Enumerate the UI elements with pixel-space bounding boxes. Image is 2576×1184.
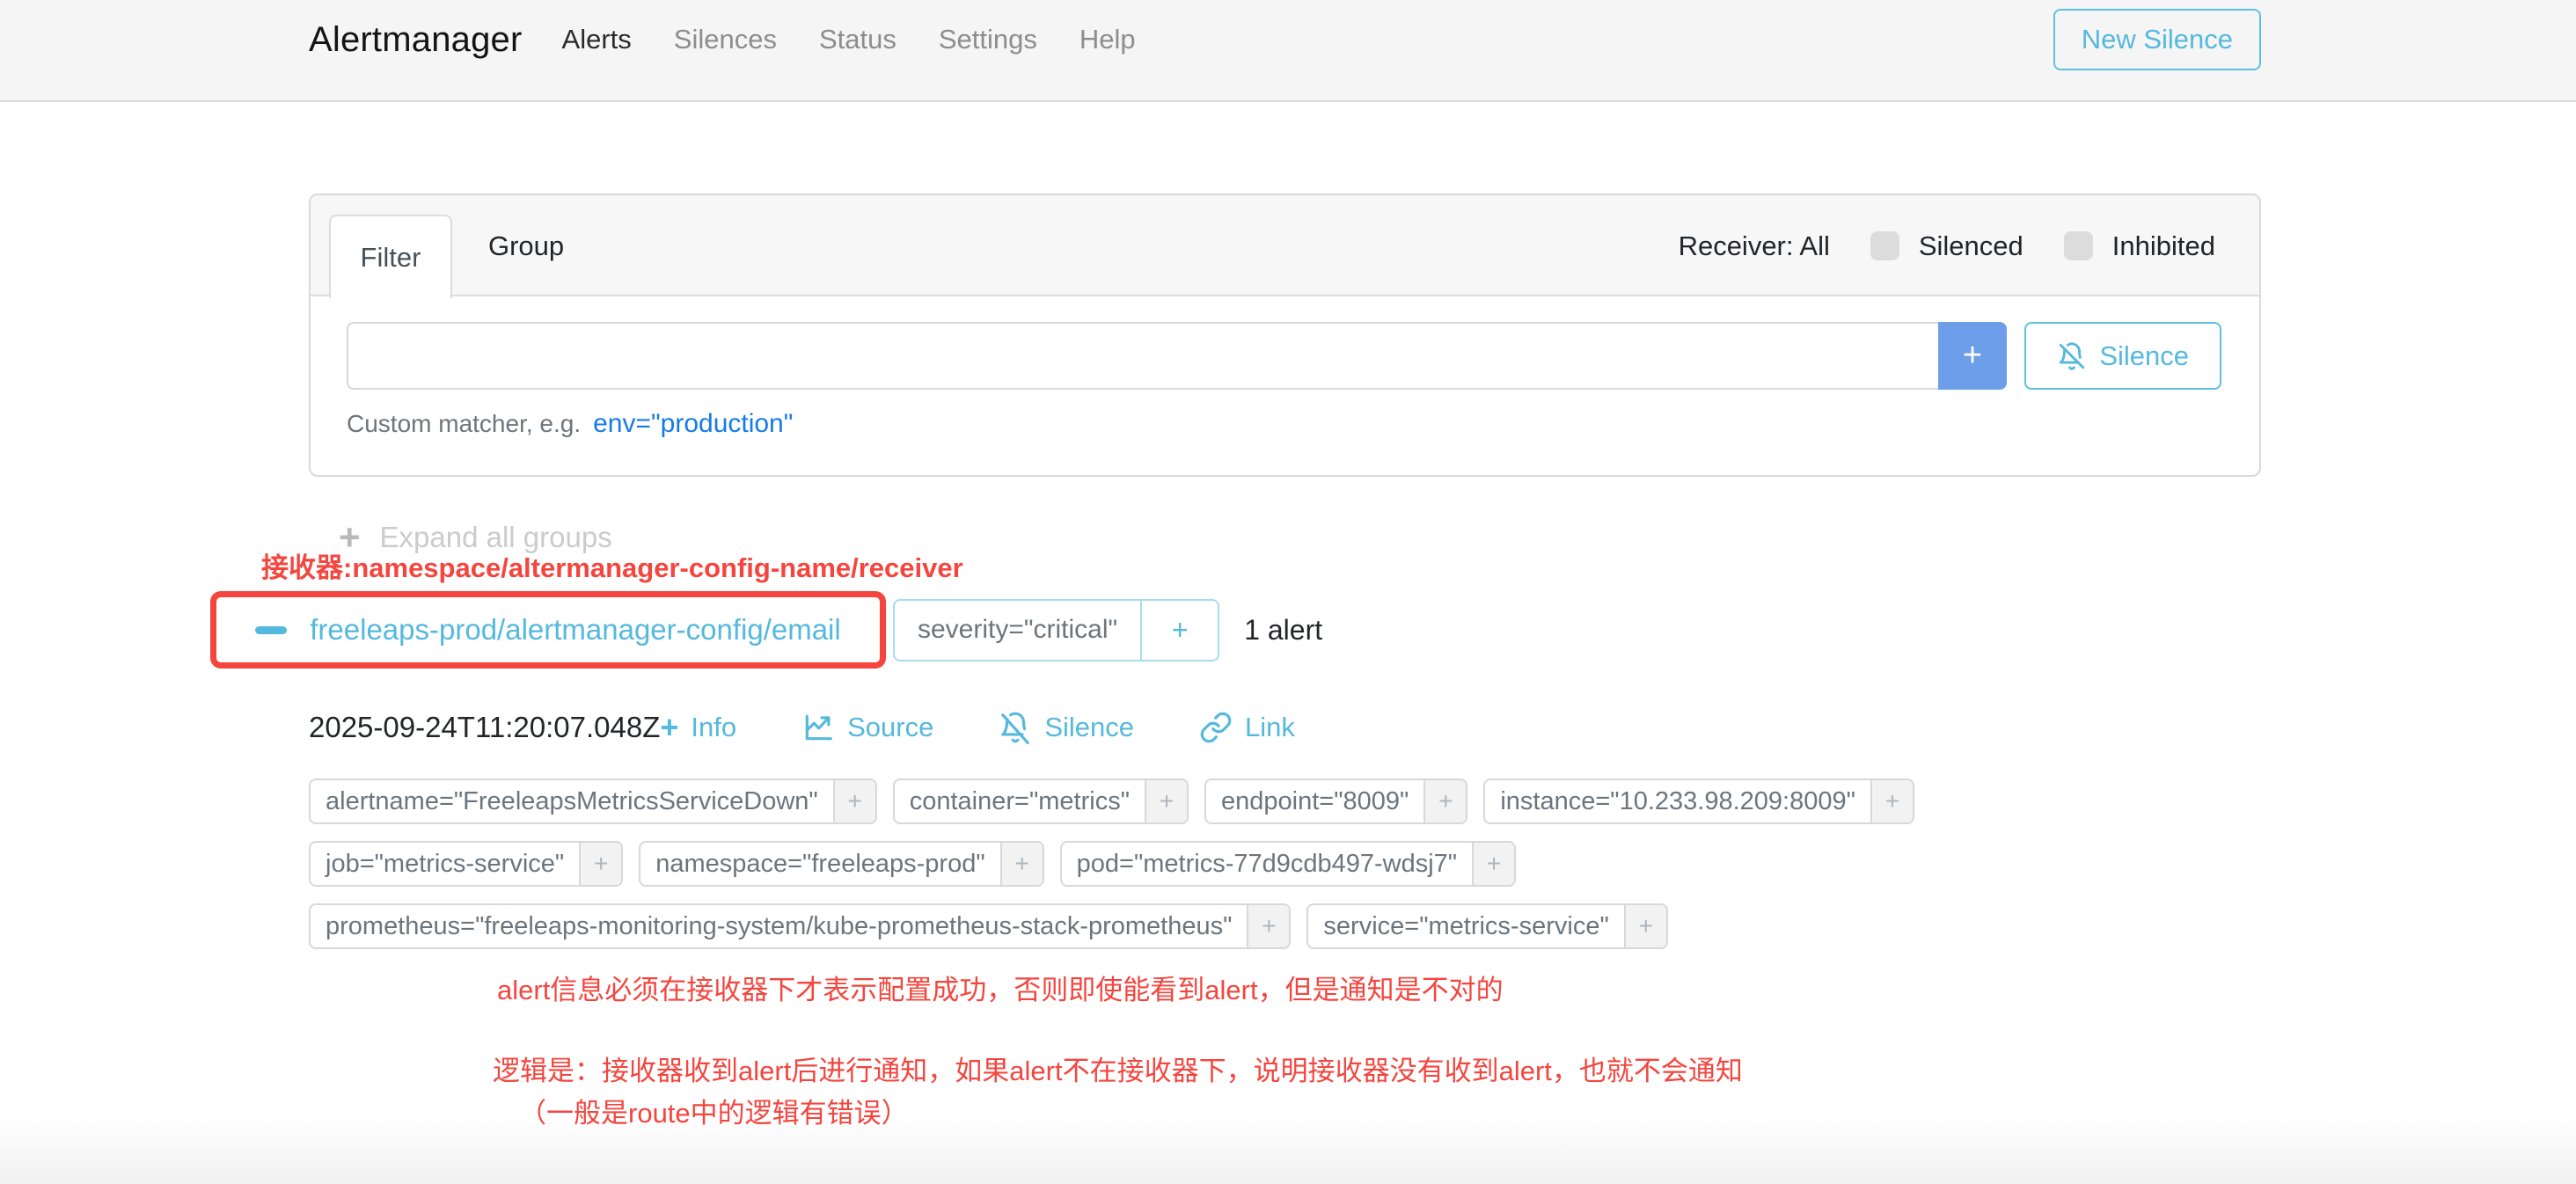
label-tag-text[interactable]: instance="10.233.98.209:8009" <box>1485 780 1870 822</box>
label-tag: prometheus="freeleaps-monitoring-system/… <box>309 903 1291 949</box>
tab-filter[interactable]: Filter <box>329 215 452 298</box>
label-add-button[interactable]: + <box>1870 780 1913 822</box>
inhibited-filter[interactable]: Inhibited <box>2064 230 2215 262</box>
nav-item-silences[interactable]: Silences <box>674 24 777 55</box>
label-add-button[interactable]: + <box>579 843 621 885</box>
label-add-button[interactable]: + <box>1145 780 1187 822</box>
alert-source-link[interactable]: Source <box>801 711 933 744</box>
filter-card-body: + Silence Custom matcher, e.g. env="prod… <box>311 296 2259 439</box>
navbar-inner: Alertmanager Alerts Silences Status Sett… <box>309 0 2261 79</box>
label-tag: job="metrics-service"+ <box>309 841 623 887</box>
label-tag: pod="metrics-77d9cdb497-wdsj7"+ <box>1060 841 1516 887</box>
add-matcher-button[interactable]: + <box>1938 322 2008 390</box>
nav-item-settings[interactable]: Settings <box>939 24 1037 55</box>
label-add-button[interactable]: + <box>1624 905 1666 947</box>
nav-links: Alerts Silences Status Settings Help <box>562 24 1136 55</box>
label-add-button[interactable]: + <box>833 780 875 822</box>
matcher-input-row: + Silence <box>347 322 2221 390</box>
alert-count: 1 alert <box>1244 614 1322 647</box>
alert-link-button[interactable]: Link <box>1199 711 1295 744</box>
label-tag-text[interactable]: endpoint="8009" <box>1206 780 1423 822</box>
alert-labels-row: prometheus="freeleaps-monitoring-system/… <box>309 903 1668 949</box>
silence-filter-button[interactable]: Silence <box>2024 322 2221 390</box>
matcher-hint-example-link[interactable]: env="production" <box>593 409 793 439</box>
filter-header-controls: Receiver: All Silenced Inhibited <box>1679 195 2215 296</box>
alert-info-label: Info <box>691 712 736 743</box>
label-add-button[interactable]: + <box>1000 843 1043 885</box>
label-tag: container="metrics"+ <box>893 778 1189 824</box>
nav-item-help[interactable]: Help <box>1079 24 1136 55</box>
tab-group[interactable]: Group <box>464 195 589 296</box>
annotation-receiver-note: 接收器:namespace/altermanager-config-name/r… <box>261 545 963 585</box>
label-tag-text[interactable]: container="metrics" <box>895 780 1145 822</box>
app-brand: Alertmanager <box>309 20 523 60</box>
inhibited-label: Inhibited <box>2112 230 2215 262</box>
receiver-group-toggle[interactable]: freeleaps-prod/alertmanager-config/email <box>210 591 886 669</box>
label-tag-text[interactable]: service="metrics-service" <box>1308 905 1623 947</box>
matcher-input[interactable] <box>347 322 1938 390</box>
silenced-checkbox[interactable] <box>1870 231 1899 260</box>
bottom-shadow <box>0 1114 2576 1184</box>
new-silence-button[interactable]: New Silence <box>2053 9 2261 70</box>
label-tag: service="metrics-service"+ <box>1306 903 1667 949</box>
label-tag-text[interactable]: job="metrics-service" <box>311 843 579 885</box>
label-tag-text[interactable]: pod="metrics-77d9cdb497-wdsj7" <box>1062 843 1472 885</box>
label-add-button[interactable]: + <box>1247 905 1289 947</box>
label-tag: endpoint="8009"+ <box>1204 778 1467 824</box>
link-icon <box>1199 711 1233 744</box>
group-matcher-chip: severity="critical" + <box>893 599 1219 661</box>
filter-card-header: Filter Group Receiver: All Silenced Inhi… <box>311 195 2259 296</box>
matcher-hint-text: Custom matcher, e.g. <box>347 410 581 438</box>
alert-silence-label: Silence <box>1044 712 1134 743</box>
alert-header-row: 2025-09-24T11:20:07.048Z + Info Source S… <box>309 711 1295 744</box>
label-tag-text[interactable]: alertname="FreeleapsMetricsServiceDown" <box>311 780 833 822</box>
bell-slash-icon <box>999 711 1032 744</box>
chart-line-icon <box>801 711 835 744</box>
silence-filter-label: Silence <box>2099 340 2189 372</box>
alert-timestamp: 2025-09-24T11:20:07.048Z <box>309 711 660 744</box>
annotation-alert-note: alert信息必须在接收器下才表示配置成功，否则即使能看到alert，但是通知是… <box>497 968 1504 1007</box>
annotation-logic-note-2: （一般是route中的逻辑有错误） <box>519 1091 909 1130</box>
nav-item-alerts[interactable]: Alerts <box>562 24 632 55</box>
label-add-button[interactable]: + <box>1423 780 1466 822</box>
label-tag-text[interactable]: namespace="freeleaps-prod" <box>640 843 999 885</box>
collapse-minus-icon <box>255 626 287 634</box>
group-matcher-label[interactable]: severity="critical" <box>895 601 1140 660</box>
alert-group-row: freeleaps-prod/alertmanager-config/email… <box>210 589 1322 670</box>
label-tag-text[interactable]: prometheus="freeleaps-monitoring-system/… <box>311 905 1247 947</box>
alert-labels-row: job="metrics-service"+ namespace="freele… <box>309 841 1516 887</box>
alert-labels-row: alertname="FreeleapsMetricsServiceDown"+… <box>309 778 1914 824</box>
bell-slash-icon <box>2057 341 2087 371</box>
matcher-hint: Custom matcher, e.g. env="production" <box>347 409 2221 439</box>
alert-silence-button[interactable]: Silence <box>999 711 1134 744</box>
receiver-group-name: freeleaps-prod/alertmanager-config/email <box>310 613 840 647</box>
alert-source-label: Source <box>847 712 933 743</box>
plus-icon: + <box>660 712 678 743</box>
filter-card: Filter Group Receiver: All Silenced Inhi… <box>309 194 2261 477</box>
receiver-filter-dropdown[interactable]: Receiver: All <box>1679 230 1830 262</box>
silenced-filter[interactable]: Silenced <box>1870 230 2023 262</box>
annotation-logic-note-1: 逻辑是：接收器收到alert后进行通知，如果alert不在接收器下，说明接收器没… <box>493 1049 1743 1088</box>
group-matcher-add-button[interactable]: + <box>1142 601 1218 660</box>
label-tag: alertname="FreeleapsMetricsServiceDown"+ <box>309 778 877 824</box>
alert-info-button[interactable]: + Info <box>660 712 736 743</box>
alert-link-label: Link <box>1245 712 1295 743</box>
label-tag: namespace="freeleaps-prod"+ <box>639 841 1043 887</box>
label-tag: instance="10.233.98.209:8009"+ <box>1483 778 1914 824</box>
silenced-label: Silenced <box>1919 230 2023 262</box>
label-add-button[interactable]: + <box>1472 843 1514 885</box>
nav-item-status[interactable]: Status <box>819 24 896 55</box>
inhibited-checkbox[interactable] <box>2064 231 2093 260</box>
top-navbar: Alertmanager Alerts Silences Status Sett… <box>0 0 2576 102</box>
